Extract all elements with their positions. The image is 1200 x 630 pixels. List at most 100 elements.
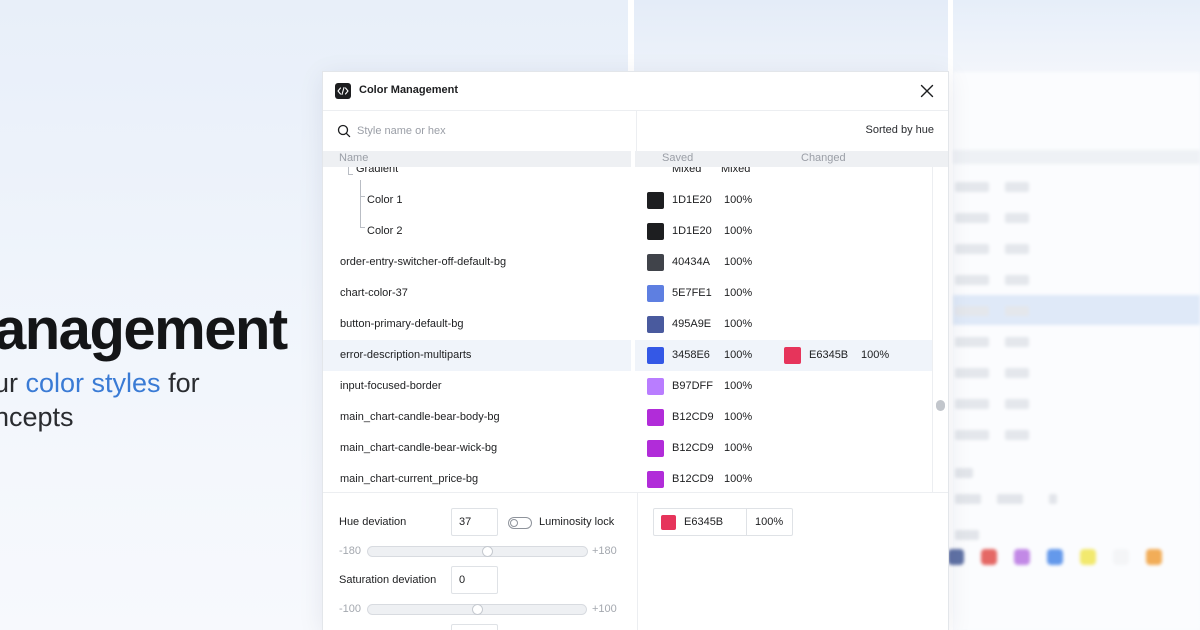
scrollbar-thumb[interactable]: [936, 400, 945, 411]
close-button[interactable]: [918, 82, 936, 100]
color-style-row[interactable]: input-focused-border B97DFF 100%: [323, 371, 932, 402]
ghost-highlighted-row: [953, 295, 1200, 325]
saved-color-opacity: 100%: [724, 318, 753, 330]
column-header-name: Name: [323, 151, 631, 167]
footer-divider: [637, 493, 638, 630]
saved-color-swatch[interactable]: [647, 254, 664, 271]
saved-color-swatch[interactable]: [647, 347, 664, 364]
saved-color-hex: B12CD9: [672, 442, 714, 454]
dialog-title: Color Management: [359, 84, 459, 96]
next-deviation-input[interactable]: [451, 624, 498, 630]
saved-color-swatch[interactable]: [647, 471, 664, 488]
search-input[interactable]: [357, 122, 617, 140]
saved-color-swatch[interactable]: [647, 192, 664, 209]
saved-color-opacity: 100%: [724, 349, 753, 361]
saturation-slider-thumb[interactable]: [472, 604, 483, 615]
ghost-color-swatch: [1146, 549, 1162, 565]
hero-subtitle-line-2: ncepts: [0, 402, 74, 432]
result-color-field[interactable]: E6345B 100%: [653, 508, 793, 536]
column-gap: [631, 167, 635, 492]
adjustment-panel: Hue deviation Luminosity lock -180 +180 …: [323, 492, 948, 630]
result-color-swatch[interactable]: [661, 515, 676, 530]
color-style-row[interactable]: error-description-multiparts 3458E6 100% E6…: [323, 340, 932, 371]
hue-slider-thumb[interactable]: [482, 546, 493, 557]
hue-range-max: +180: [592, 545, 617, 557]
saturation-deviation-input[interactable]: [451, 566, 498, 594]
changed-color-opacity: 100%: [861, 349, 890, 361]
result-color-hex: E6345B: [684, 516, 724, 528]
saved-color-hex: 1D1E20: [672, 194, 712, 206]
color-style-row[interactable]: button-primary-default-bg 495A9E 100%: [323, 309, 932, 340]
ghost-color-swatch: [1113, 549, 1129, 565]
column-changed-label: Changed: [801, 152, 846, 164]
ghost-color-swatch: [981, 549, 997, 565]
color-style-name: error-description-multiparts: [340, 349, 472, 361]
saved-color-swatch[interactable]: [647, 440, 664, 457]
saved-color-swatch[interactable]: [647, 223, 664, 240]
hero-subtitle-prefix: ur: [0, 368, 19, 398]
saved-color-swatch[interactable]: [647, 409, 664, 426]
saved-color-swatch[interactable]: [647, 378, 664, 395]
column-saved-label: Saved: [662, 152, 694, 164]
saved-color-hex: 1D1E20: [672, 225, 712, 237]
saved-color-opacity: 100%: [724, 442, 753, 454]
saved-hex-mixed: Mixed: [672, 167, 702, 175]
ghost-color-swatch: [1047, 549, 1063, 565]
color-style-row[interactable]: main_chart-candle-bear-body-bg B12CD9 100%: [323, 402, 932, 433]
color-style-row[interactable]: main_chart-candle-bear-wick-bg B12CD9 100%: [323, 433, 932, 464]
color-style-row[interactable]: order-entry-switcher-off-default-bg 40434…: [323, 247, 932, 278]
result-color-separator: [746, 509, 747, 535]
hue-deviation-input[interactable]: [451, 508, 498, 536]
saved-color-opacity: 100%: [724, 225, 753, 237]
color-style-name: Color 2: [367, 225, 403, 237]
ghost-label: [997, 494, 1023, 504]
luminosity-lock-label: Luminosity lock: [539, 516, 615, 528]
result-color-opacity: 100%: [755, 516, 784, 528]
color-style-row[interactable]: chart-color-37 5E7FE1 100%: [323, 278, 932, 309]
saturation-slider[interactable]: [367, 604, 587, 615]
background-divider: [628, 0, 634, 72]
changed-color-hex: E6345B: [809, 349, 849, 361]
tree-connector-line: [360, 196, 365, 197]
tree-connector-line: [360, 227, 365, 228]
hue-range-min: -180: [339, 545, 362, 557]
ghost-label: [1049, 494, 1057, 504]
color-style-name: main_chart-current_price-bg: [340, 473, 479, 485]
saved-color-hex: B12CD9: [672, 411, 714, 423]
sort-bar: Sorted by hue: [637, 111, 948, 151]
color-style-row[interactable]: Color 2 1D1E20 100%: [323, 216, 932, 247]
scrollbar-track[interactable]: [932, 167, 948, 492]
changed-color-swatch[interactable]: [784, 347, 801, 364]
saved-color-opacity: 100%: [724, 473, 753, 485]
ghost-header-row: [953, 150, 1200, 164]
color-style-name: main_chart-candle-bear-wick-bg: [340, 442, 498, 454]
ghost-color-swatch: [1014, 549, 1030, 565]
tree-connector-line: [348, 167, 349, 174]
sort-order-button[interactable]: Sorted by hue: [866, 124, 935, 136]
close-icon: [920, 84, 934, 98]
luminosity-lock-toggle[interactable]: [508, 517, 532, 529]
color-style-row[interactable]: Color 1 1D1E20 100%: [323, 185, 932, 216]
saved-color-swatch[interactable]: [647, 316, 664, 333]
ghost-color-swatch: [948, 549, 964, 565]
color-style-row[interactable]: main_chart-current_price-bg B12CD9 100%: [323, 464, 932, 492]
color-style-row[interactable]: Gradient Mixed Mixed: [323, 167, 932, 185]
hue-slider[interactable]: [367, 546, 588, 557]
saved-color-opacity: 100%: [724, 380, 753, 392]
color-style-name: main_chart-candle-bear-body-bg: [340, 411, 500, 423]
color-management-dialog: Color Management Sorted by hue Name Save…: [322, 71, 949, 630]
hero-subtitle-accent: color styles: [25, 368, 161, 398]
tree-connector-line: [348, 174, 353, 175]
hero-subtitle-line-1: ur color styles for: [0, 366, 200, 400]
column-header-colors: Saved Changed: [635, 151, 948, 167]
saved-color-hex: 3458E6: [672, 349, 710, 361]
color-style-name: button-primary-default-bg: [340, 318, 464, 330]
ghost-label: [955, 468, 973, 478]
saved-color-hex: B12CD9: [672, 473, 714, 485]
hero-subtitle-suffix: for: [160, 368, 200, 398]
saturation-range-max: +100: [592, 603, 617, 615]
search-bar: [323, 111, 637, 151]
saved-color-opacity: 100%: [724, 411, 753, 423]
saved-color-hex: 40434A: [672, 256, 710, 268]
saved-color-swatch[interactable]: [647, 285, 664, 302]
